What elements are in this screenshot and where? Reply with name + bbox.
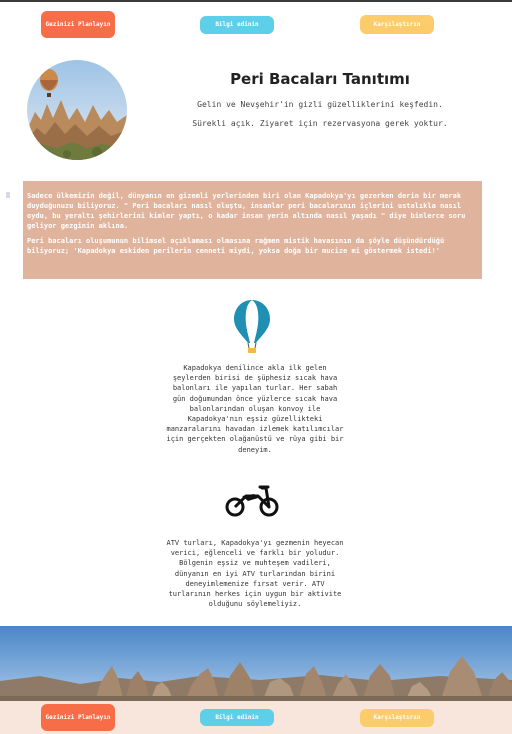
intro-section: Sadece ülkemizin değil, dünyanın en gize…: [23, 181, 482, 279]
intro-paragraph-2: Peri bacaları oluşumunun bilimsel açıkla…: [27, 237, 445, 255]
intro-paragraph-1: Sadece ülkemizin değil, dünyanın en gize…: [27, 192, 466, 230]
footer-compare-button[interactable]: Karşılaştırın: [360, 709, 434, 727]
cappadocia-hero-image: [27, 60, 127, 160]
side-marker: [6, 192, 10, 198]
atv-tour-description: ATV turları, Kapadokya'yı gezmenin heyec…: [166, 539, 344, 609]
footer-get-info-button[interactable]: Bilgi edinin: [200, 709, 274, 726]
compare-button[interactable]: Karşılaştırın: [360, 15, 434, 34]
subtitle-line-1: Gelin ve Nevşehir'in gizli güzelliklerin…: [197, 100, 443, 109]
motorcycle-icon: [224, 484, 280, 518]
plan-trip-button[interactable]: Gezinizi Planlayın: [41, 11, 115, 38]
hot-air-balloon-icon: [233, 298, 271, 354]
balloon-tour-description: Kapadokya denilince akla ilk gelen şeyle…: [166, 364, 344, 454]
get-info-button[interactable]: Bilgi edinin: [200, 16, 274, 34]
footer-plan-trip-button[interactable]: Gezinizi Planlayın: [41, 704, 115, 731]
cappadocia-landscape-image: [0, 626, 512, 702]
subtitle-line-2: Sürekli açık. Ziyaret için rezervasyona …: [192, 119, 448, 128]
page-title: Peri Bacaları Tanıtımı: [230, 70, 410, 88]
top-border: [0, 0, 512, 2]
